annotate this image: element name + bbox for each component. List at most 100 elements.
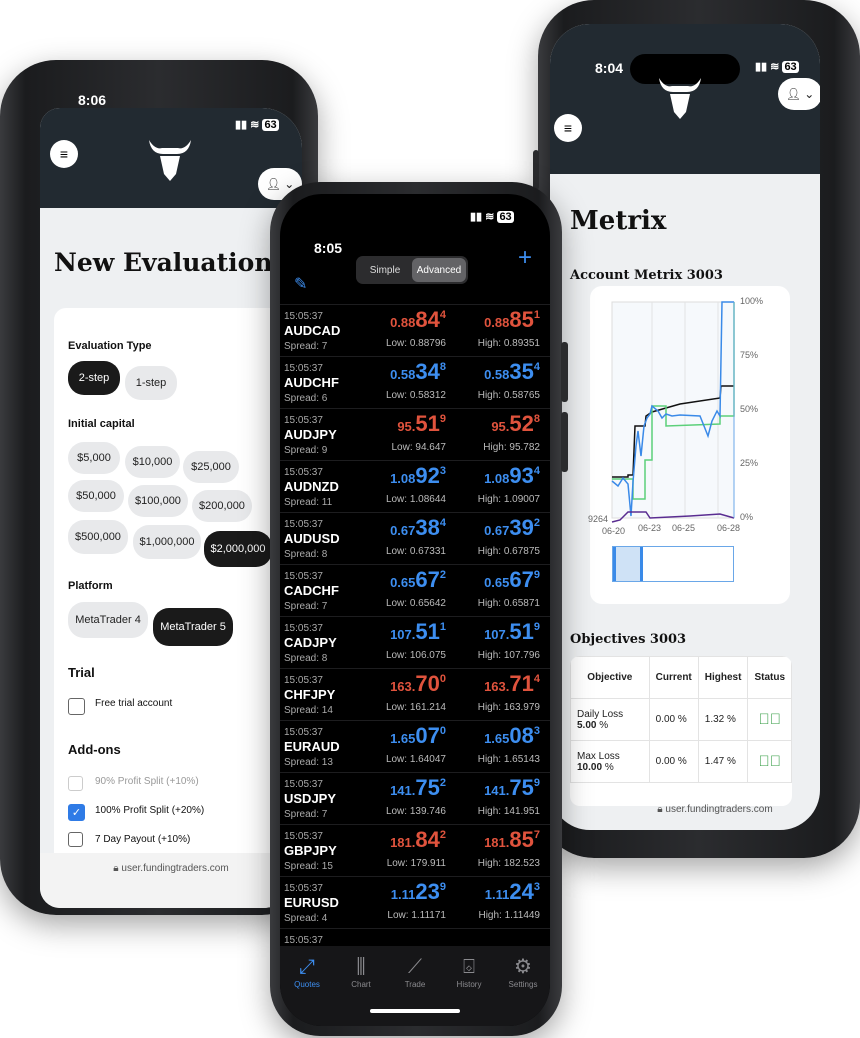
platform-mt4[interactable]: MetaTrader 4 bbox=[68, 602, 148, 638]
segment-simple[interactable]: Simple bbox=[358, 258, 412, 282]
add-symbol-plus-icon[interactable]: + bbox=[518, 244, 532, 272]
tab-label: Chart bbox=[351, 980, 371, 989]
menu-button[interactable]: ≡ bbox=[554, 114, 582, 142]
quote-row[interactable]: 15:05:37 CADJPY Spread: 8 107.511 107.519 Low… bbox=[280, 617, 550, 669]
quote-row[interactable]: 15:05:37 AUDJPY Spread: 9 95.519 95.528 Low: … bbox=[280, 409, 550, 461]
tab-label: Quotes bbox=[294, 980, 320, 989]
platform-mt5[interactable]: MetaTrader 5 bbox=[153, 608, 233, 646]
chart-range-slider[interactable] bbox=[612, 546, 734, 582]
quote-time: 15:05:37 bbox=[284, 363, 323, 374]
quote-high: High: 182.523 bbox=[477, 858, 540, 869]
objectives-title: Objectives 3003 bbox=[570, 632, 687, 647]
quote-low: Low: 0.65642 bbox=[385, 598, 446, 609]
tab-chart[interactable]: ⫼ Chart bbox=[334, 954, 388, 989]
user-menu-button[interactable]: 👤︎ ⌄ bbox=[778, 78, 820, 110]
capital-option[interactable]: $100,000 bbox=[128, 485, 188, 517]
mode-segmented-control: Simple Advanced bbox=[356, 256, 468, 284]
quote-symbol: GBPJPY bbox=[284, 843, 337, 858]
quote-high: High: 0.89351 bbox=[477, 338, 540, 349]
addon-checkbox[interactable] bbox=[68, 776, 83, 791]
quote-row[interactable]: 15:05:37 USDJPY Spread: 7 141.752 141.759 Low… bbox=[280, 773, 550, 825]
ask-price: 141.759 bbox=[484, 775, 540, 800]
browser-bar bbox=[40, 853, 302, 908]
addon-label: 100% Profit Split (+20%) bbox=[95, 805, 205, 816]
bid-price: 181.842 bbox=[390, 827, 446, 852]
table-row: Daily Loss 5.00 % 0.00 % 1.32 % ✓⃝ bbox=[570, 698, 792, 741]
quote-time: 15:05:37 bbox=[284, 779, 323, 790]
initial-capital-label: Initial capital bbox=[68, 418, 135, 430]
capital-option[interactable]: $50,000 bbox=[68, 480, 124, 512]
quote-row[interactable]: 15:05:37 AUDCAD Spread: 7 0.88844 0.88851 Low… bbox=[280, 305, 550, 357]
capital-option[interactable]: $25,000 bbox=[183, 451, 239, 483]
hamburger-icon: ≡ bbox=[563, 120, 573, 136]
status-icons: ▮▮ ≋ 63 bbox=[755, 61, 799, 73]
quote-symbol: CHFJPY bbox=[284, 687, 336, 702]
quote-symbol: AUDUSD bbox=[284, 531, 340, 546]
quote-row[interactable]: 15:05:37 CHFJPY Spread: 14 163.700 163.714 Lo… bbox=[280, 669, 550, 721]
segment-advanced[interactable]: Advanced bbox=[412, 258, 466, 282]
url-bar[interactable]: 🔒︎ user.fundingtraders.com bbox=[40, 863, 302, 874]
addons-heading: Add-ons bbox=[68, 742, 121, 757]
quote-row[interactable]: 15:05:37 AUDCHF Spread: 6 0.58348 0.58354 Low… bbox=[280, 357, 550, 409]
quote-row[interactable]: 15:05:37 bbox=[280, 929, 550, 944]
col-objective: Objective bbox=[570, 656, 650, 699]
tab-label: History bbox=[456, 980, 482, 989]
tab-trade[interactable]: ⟋ Trade bbox=[388, 954, 442, 989]
capital-option[interactable]: $200,000 bbox=[192, 490, 252, 522]
addon-checkbox-checked[interactable]: ✓ bbox=[68, 804, 85, 821]
left-screen: ≡ 👤︎ ⌄ New Evaluation Evaluation Type 2-… bbox=[40, 108, 302, 908]
evaluation-type-label: Evaluation Type bbox=[68, 340, 152, 352]
capital-option[interactable]: $5,000 bbox=[68, 442, 120, 474]
home-indicator bbox=[370, 1009, 460, 1013]
free-trial-checkbox[interactable] bbox=[68, 698, 85, 715]
tab-quotes[interactable]: ⤢ Quotes bbox=[280, 954, 334, 989]
menu-button[interactable]: ≡ bbox=[50, 140, 78, 168]
capital-option[interactable]: $500,000 bbox=[68, 520, 128, 554]
capital-option-selected[interactable]: $2,000,000 bbox=[204, 531, 272, 567]
bid-price: 0.65672 bbox=[390, 567, 446, 592]
quote-high: High: 0.65871 bbox=[477, 598, 540, 609]
quote-row[interactable]: 15:05:37 GBPJPY Spread: 15 181.842 181.857 Lo… bbox=[280, 825, 550, 877]
quote-row[interactable]: 15:05:37 EURAUD Spread: 13 1.65070 1.65083 Lo… bbox=[280, 721, 550, 773]
objectives-table: Objective Current Highest Status Daily Loss… bbox=[570, 656, 792, 783]
page-title: Metrix bbox=[570, 206, 667, 236]
status-time: 8:04 bbox=[595, 60, 624, 76]
option-1-step[interactable]: 1-step bbox=[125, 366, 177, 400]
quote-low: Low: 0.67331 bbox=[385, 546, 446, 557]
tab-settings[interactable]: ⚙ Settings bbox=[496, 954, 550, 989]
addon-checkbox[interactable] bbox=[68, 832, 83, 847]
quote-row[interactable]: 15:05:37 AUDUSD Spread: 8 0.67384 0.67392 Low… bbox=[280, 513, 550, 565]
ask-price: 1.08934 bbox=[484, 463, 540, 488]
bid-price: 1.11239 bbox=[390, 879, 446, 904]
range-handle[interactable] bbox=[613, 547, 643, 581]
quote-time: 15:05:37 bbox=[284, 831, 323, 842]
quote-row[interactable]: 15:05:37 AUDNZD Spread: 11 1.08923 1.08934 Lo… bbox=[280, 461, 550, 513]
quote-row[interactable]: 15:05:37 CADCHF Spread: 7 0.65672 0.65679 Low… bbox=[280, 565, 550, 617]
center-screen: 8:05 ▮▮ ≋ 63 ✎ Simple Advanced + 15:05:3… bbox=[280, 194, 550, 1026]
objectives-table-card: Objective Current Highest Status Daily Loss… bbox=[570, 656, 792, 806]
capital-option[interactable]: $10,000 bbox=[125, 446, 180, 478]
quote-high: High: 1.65143 bbox=[477, 754, 540, 765]
capital-option[interactable]: $1,000,000 bbox=[133, 525, 201, 559]
bid-price: 0.58348 bbox=[390, 359, 446, 384]
bull-logo bbox=[655, 76, 705, 121]
center-phone: 8:05 ▮▮ ≋ 63 ✎ Simple Advanced + 15:05:3… bbox=[270, 182, 568, 1036]
status-icons: ▮▮ ≋ 63 bbox=[235, 119, 279, 131]
bid-price: 163.700 bbox=[390, 671, 446, 696]
quote-time: 15:05:37 bbox=[284, 571, 323, 582]
url-bar[interactable]: 🔒︎ user.fundingtraders.com bbox=[550, 804, 820, 815]
bull-logo bbox=[145, 138, 195, 183]
quote-row[interactable]: 15:05:37 EURUSD Spread: 4 1.11239 1.11243 Low… bbox=[280, 877, 550, 929]
candlestick-icon: ⫼ bbox=[356, 956, 366, 978]
quote-symbol: CADJPY bbox=[284, 635, 337, 650]
ask-price: 1.11243 bbox=[484, 879, 540, 904]
quote-low: Low: 0.58312 bbox=[385, 390, 446, 401]
gear-icon: ⚙ bbox=[514, 956, 532, 978]
bid-price: 0.88844 bbox=[390, 307, 446, 332]
quotes-list[interactable]: 15:05:37 AUDCAD Spread: 7 0.88844 0.88851 Low… bbox=[280, 304, 550, 944]
dynamic-island bbox=[370, 230, 455, 258]
option-2-step[interactable]: 2-step bbox=[68, 361, 120, 395]
edit-pencil-icon[interactable]: ✎ bbox=[294, 274, 307, 294]
tab-history[interactable]: ⌺ History bbox=[442, 954, 496, 989]
ask-price: 181.857 bbox=[484, 827, 540, 852]
